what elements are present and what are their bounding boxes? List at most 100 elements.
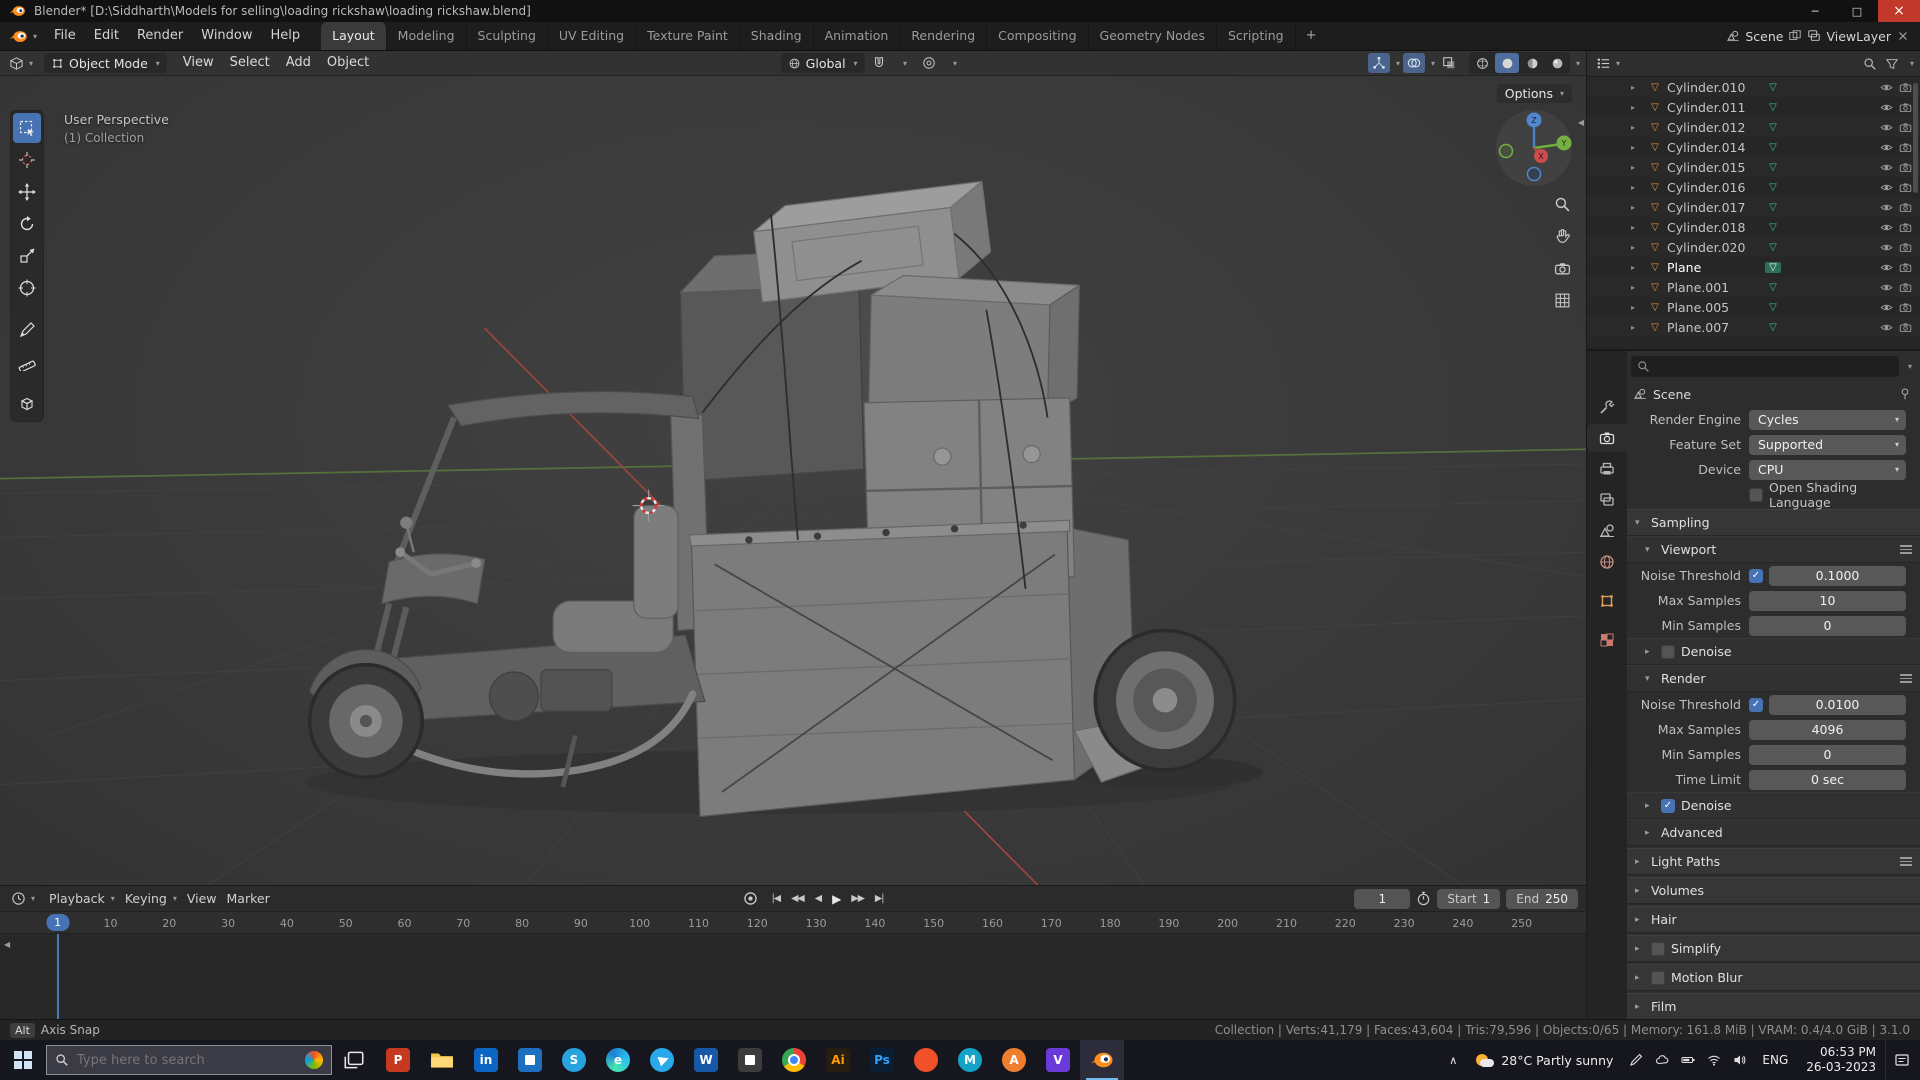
workspace-tab-uv-editing[interactable]: UV Editing xyxy=(548,22,637,50)
disable-in-render-icon[interactable] xyxy=(1899,281,1912,294)
panel-render[interactable]: ▾ Render xyxy=(1627,665,1920,692)
viewport-menu-object[interactable]: Object xyxy=(319,51,377,75)
action-center-button[interactable] xyxy=(1885,1040,1920,1080)
cloud-icon[interactable] xyxy=(1649,1053,1675,1067)
workspace-tab-texture-paint[interactable]: Texture Paint xyxy=(636,22,740,50)
disable-in-render-icon[interactable] xyxy=(1899,321,1912,334)
expand-arrow-icon[interactable]: ▸ xyxy=(1631,123,1643,132)
hide-in-viewport-icon[interactable] xyxy=(1880,301,1893,314)
pin-icon[interactable] xyxy=(1898,387,1912,401)
taskbar-app-file-explorer[interactable] xyxy=(420,1040,464,1080)
workspace-tab-geometry-nodes[interactable]: Geometry Nodes xyxy=(1089,22,1217,50)
scene-icon[interactable] xyxy=(1726,29,1740,43)
checkbox[interactable] xyxy=(1749,487,1763,502)
pan-hand-icon[interactable] xyxy=(1552,226,1572,246)
workspace-tab-scripting[interactable]: Scripting xyxy=(1217,22,1296,50)
playhead[interactable] xyxy=(56,934,59,1019)
outliner-scrollbar[interactable] xyxy=(1913,83,1918,193)
gizmo-y-handle[interactable]: Y xyxy=(1561,139,1567,148)
current-frame-field[interactable]: 1 xyxy=(1354,888,1411,909)
taskbar-app-task-view[interactable] xyxy=(332,1040,376,1080)
max-samples-field[interactable]: 10 xyxy=(1749,590,1906,611)
hide-in-viewport-icon[interactable] xyxy=(1880,101,1893,114)
language-indicator[interactable]: ENG xyxy=(1753,1053,1797,1067)
taskbar-app-photoshop[interactable]: Ps xyxy=(860,1040,904,1080)
disable-in-render-icon[interactable] xyxy=(1899,181,1912,194)
panel-menu-icon[interactable] xyxy=(1900,857,1912,866)
3d-scene[interactable] xyxy=(0,76,1586,885)
tool-add-cube[interactable] xyxy=(13,389,41,419)
viewlayer-icon[interactable] xyxy=(1807,29,1821,43)
properties-search-field[interactable] xyxy=(1631,355,1899,377)
properties-tab-texture[interactable] xyxy=(1587,626,1627,654)
taskbar-app-code-app[interactable] xyxy=(728,1040,772,1080)
taskbar-app-skype[interactable]: S xyxy=(552,1040,596,1080)
checkbox[interactable]: ✓ xyxy=(1749,697,1763,712)
hide-in-viewport-icon[interactable] xyxy=(1880,201,1893,214)
feature-set-dropdown[interactable]: Supported ▾ xyxy=(1749,434,1906,455)
remove-viewlayer-icon[interactable] xyxy=(1896,29,1910,43)
outliner-item-cylinder-020[interactable]: ▸ ▽ Cylinder.020 ▽ xyxy=(1587,237,1920,257)
tool-annotate[interactable] xyxy=(13,315,41,345)
workspace-tab-rendering[interactable]: Rendering xyxy=(900,22,988,50)
tool-scale[interactable] xyxy=(13,241,41,271)
hide-in-viewport-icon[interactable] xyxy=(1880,161,1893,174)
current-frame-marker[interactable]: 1 xyxy=(46,914,70,931)
jump-start-button[interactable]: |◀ xyxy=(767,891,786,906)
disable-in-render-icon[interactable] xyxy=(1899,101,1912,114)
hide-in-viewport-icon[interactable] xyxy=(1880,121,1893,134)
outliner-item-cylinder-018[interactable]: ▸ ▽ Cylinder.018 ▽ xyxy=(1587,217,1920,237)
snap-toggle[interactable] xyxy=(868,53,890,73)
checkbox[interactable] xyxy=(1651,970,1665,985)
proportional-toggle[interactable] xyxy=(918,53,940,73)
workspace-tab-layout[interactable]: Layout xyxy=(321,22,387,50)
expand-arrow-icon[interactable]: ▸ xyxy=(1631,263,1643,272)
scene-name[interactable]: Scene xyxy=(1745,29,1783,44)
outliner-item-plane[interactable]: ▸ ▽ Plane ▽ xyxy=(1587,257,1920,277)
properties-tab-tool[interactable] xyxy=(1587,393,1627,421)
taskbar-clock[interactable]: 06:53 PM 26-03-2023 xyxy=(1797,1045,1885,1075)
expand-arrow-icon[interactable]: ▸ xyxy=(1631,163,1643,172)
checkbox[interactable]: ✓ xyxy=(1749,568,1763,583)
hide-in-viewport-icon[interactable] xyxy=(1880,261,1893,274)
chevron-down-icon[interactable]: ▾ xyxy=(1396,59,1400,68)
blender-menu-button[interactable]: ▾ xyxy=(0,22,45,50)
hide-in-viewport-icon[interactable] xyxy=(1880,281,1893,294)
play-button[interactable]: ▶ xyxy=(827,890,845,908)
taskbar-search-input[interactable] xyxy=(77,1052,297,1068)
disable-in-render-icon[interactable] xyxy=(1899,81,1912,94)
taskbar-weather[interactable]: 28°C Partly sunny xyxy=(1466,1053,1623,1068)
timeline-menu-view[interactable]: View xyxy=(182,891,222,906)
xray-toggle[interactable] xyxy=(1438,53,1460,73)
hidden-icons-chevron[interactable]: ∧ xyxy=(1440,1054,1466,1067)
menu-file[interactable]: File xyxy=(45,22,85,50)
viewport-menu-add[interactable]: Add xyxy=(278,51,319,75)
panel-film[interactable]: ▸ Film xyxy=(1627,993,1920,1019)
properties-tab-object[interactable] xyxy=(1587,587,1627,615)
shading-material-button[interactable] xyxy=(1520,53,1544,73)
hide-in-viewport-icon[interactable] xyxy=(1880,241,1893,254)
outliner-filter-icon[interactable] xyxy=(1885,57,1899,71)
taskbar-app-chrome[interactable] xyxy=(772,1040,816,1080)
expand-arrow-icon[interactable]: ▸ xyxy=(1631,103,1643,112)
disable-in-render-icon[interactable] xyxy=(1899,161,1912,174)
panel-hair[interactable]: ▸ Hair xyxy=(1627,906,1920,933)
breadcrumb[interactable]: Scene xyxy=(1653,387,1691,402)
chevron-down-icon[interactable]: ▾ xyxy=(1576,59,1580,68)
viewport-menu-view[interactable]: View xyxy=(175,51,222,75)
start-button[interactable] xyxy=(0,1040,46,1080)
chevron-down-icon[interactable]: ▾ xyxy=(1431,59,1435,68)
viewport-menu-select[interactable]: Select xyxy=(222,51,278,75)
mode-dropdown[interactable]: Object Mode ▾ xyxy=(44,53,167,73)
hide-in-viewport-icon[interactable] xyxy=(1880,181,1893,194)
disable-in-render-icon[interactable] xyxy=(1899,141,1912,154)
panel-simplify[interactable]: ▸ Simplify xyxy=(1627,935,1920,962)
checkbox[interactable] xyxy=(1651,941,1665,956)
min-samples-field[interactable]: 0 xyxy=(1749,615,1906,636)
properties-tab-output[interactable] xyxy=(1587,455,1627,483)
taskbar-app-word[interactable]: W xyxy=(684,1040,728,1080)
taskbar-app-edge[interactable]: e xyxy=(596,1040,640,1080)
noise-threshold-field[interactable]: 0.0100 xyxy=(1769,694,1906,715)
disable-in-render-icon[interactable] xyxy=(1899,221,1912,234)
wifi-icon[interactable] xyxy=(1701,1053,1727,1067)
